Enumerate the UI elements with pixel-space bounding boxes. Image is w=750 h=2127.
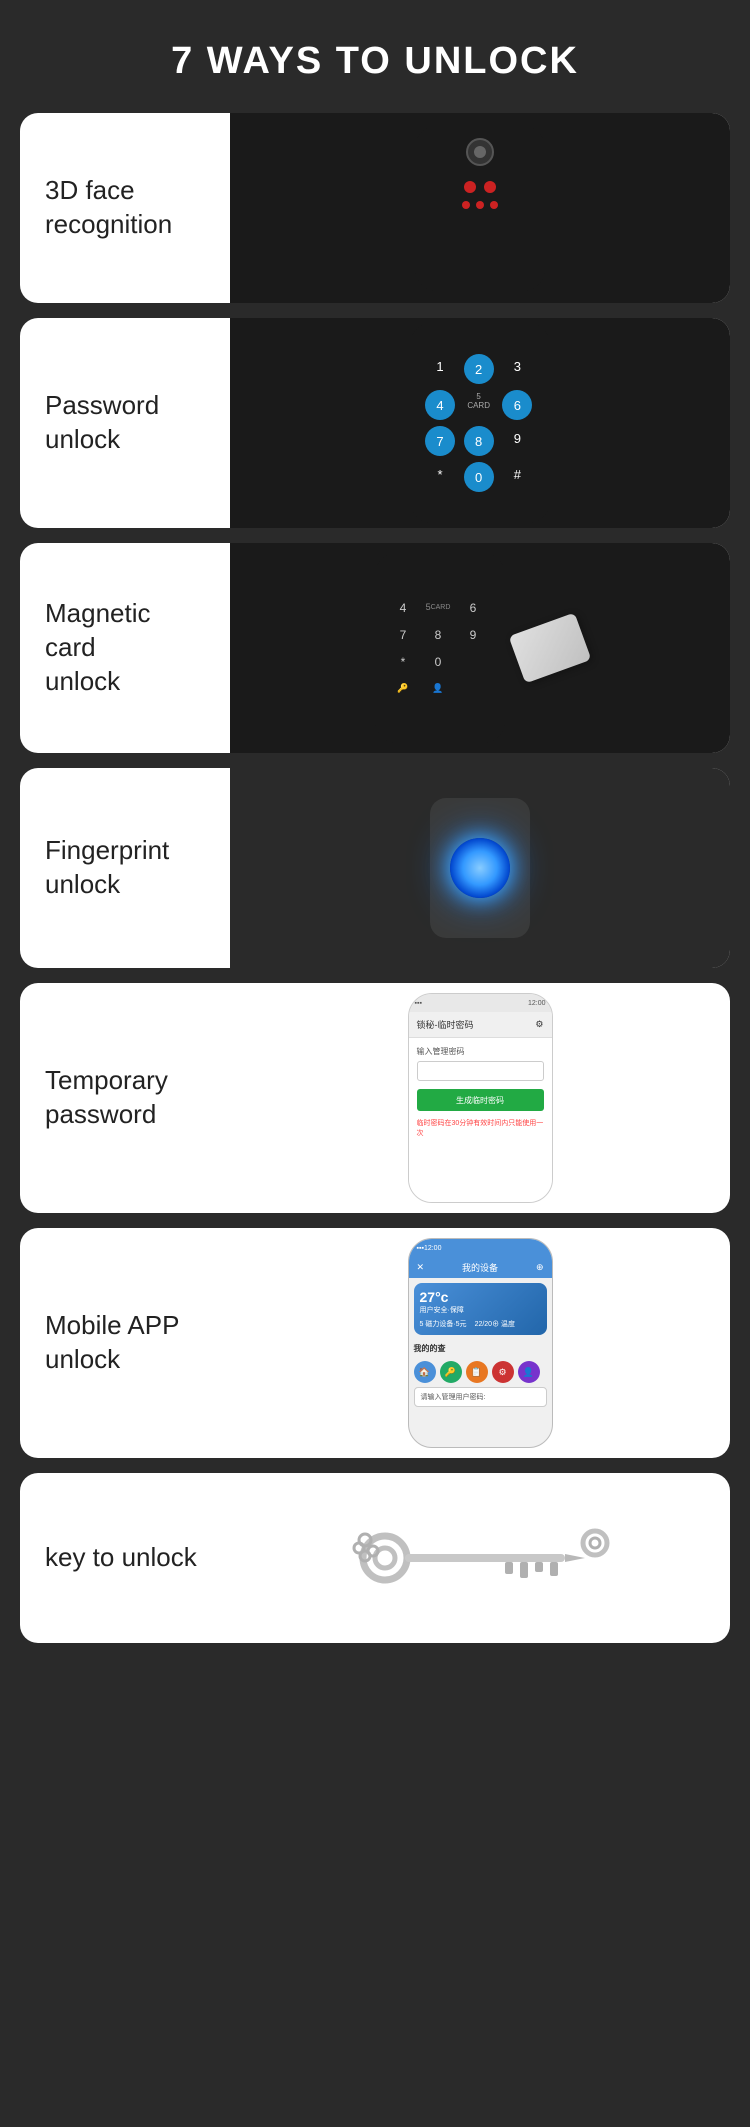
app-icon-4[interactable]: ⚙ <box>492 1361 514 1383</box>
app-icon-5[interactable]: 👤 <box>518 1361 540 1383</box>
app-carrier: ▪▪▪ <box>417 1245 424 1252</box>
temp-signal: ▪▪▪ <box>415 1000 422 1007</box>
mag-key-7: 7 <box>390 624 416 646</box>
card-visual-key <box>230 1473 730 1643</box>
app-back-icon: ✕ <box>417 1262 425 1273</box>
card-magnetic: Magnetic cardunlock 4 5CARD 6 7 8 9 * 0 … <box>20 543 730 753</box>
app-password-placeholder: 请输入管理用户密码: <box>421 1394 486 1401</box>
app-stat-1: 5 磁力设备·5元 <box>420 1319 467 1329</box>
key-1: 1 <box>425 354 455 378</box>
card-visual-face <box>230 113 730 303</box>
temp-app-body: 输入管理密码 生成临时密码 临时密码在30分钟有效时间内只能使用一次 <box>409 1038 552 1202</box>
card-label-mobile: Mobile APPunlock <box>20 1289 230 1397</box>
key-illustration <box>345 1518 615 1598</box>
mag-key-9: 9 <box>460 624 486 646</box>
app-device-card: 27°c 用户安全·保障 5 磁力设备·5元 22/20⊕ 温度 <box>414 1283 547 1335</box>
key-3: 3 <box>502 354 532 378</box>
card-mobile-app: Mobile APPunlock ▪▪▪ 12:00 ✕ 我的设备 ⊕ 27°c… <box>20 1228 730 1458</box>
card-fingerprint: Fingerprintunlock <box>20 768 730 968</box>
card-temporary-password: Temporarypassword ▪▪▪ 12:00 锁秘-临时密码 ⚙ 输入… <box>20 983 730 1213</box>
temp-status-bar: ▪▪▪ 12:00 <box>409 994 552 1012</box>
card-label-face: 3D facerecognition <box>20 154 230 262</box>
app-icon-1[interactable]: 🏠 <box>414 1361 436 1383</box>
temp-app-title: 锁秘-临时密码 <box>417 1018 474 1031</box>
temp-generate-button[interactable]: 生成临时密码 <box>417 1089 544 1111</box>
card-label-fingerprint: Fingerprintunlock <box>20 814 230 922</box>
magnetic-card <box>509 613 592 684</box>
card-label-password: Passwordunlock <box>20 369 230 477</box>
card-visual-temporary: ▪▪▪ 12:00 锁秘-临时密码 ⚙ 输入管理密码 生成临时密码 临时密码在3… <box>230 983 730 1213</box>
temp-time: 12:00 <box>528 1000 546 1007</box>
app-add-icon: ⊕ <box>536 1262 544 1273</box>
app-my-devices: 我的的查 <box>409 1340 552 1357</box>
key-hash: # <box>502 462 532 486</box>
mag-key-star: * <box>390 651 416 673</box>
app-icon-3[interactable]: 📋 <box>466 1361 488 1383</box>
key-2: 2 <box>464 354 494 384</box>
app-status-bar: ▪▪▪ 12:00 <box>409 1239 552 1257</box>
temp-input-field <box>417 1061 544 1081</box>
mag-key-6: 6 <box>460 597 486 619</box>
mag-key-5: 5CARD <box>425 597 451 619</box>
face-dot2-3 <box>490 201 498 209</box>
key-0: 0 <box>464 462 494 492</box>
app-sub-label: 用户安全·保障 <box>420 1305 541 1315</box>
temp-app-header: 锁秘-临时密码 ⚙ <box>409 1012 552 1038</box>
card-visual-password: 1 2 3 4 5CARD 6 7 8 9 * 0 # <box>230 318 730 528</box>
key-6: 6 <box>502 390 532 420</box>
face-dot2-2 <box>476 201 484 209</box>
app-temperature: 27°c <box>420 1289 541 1305</box>
face-dot-1 <box>464 181 476 193</box>
card-label-key: key to unlock <box>20 1521 230 1595</box>
temporary-phone: ▪▪▪ 12:00 锁秘-临时密码 ⚙ 输入管理密码 生成临时密码 临时密码在3… <box>408 993 553 1203</box>
app-stat-2: 22/20⊕ 温度 <box>475 1319 515 1329</box>
app-stats-row: 5 磁力设备·5元 22/20⊕ 温度 <box>420 1319 541 1329</box>
mag-key-blank2 <box>460 678 486 700</box>
face-dot-2 <box>484 181 496 193</box>
app-password-box: 请输入管理用户密码: <box>414 1387 547 1407</box>
password-phone: 1 2 3 4 5CARD 6 7 8 9 * 0 # <box>410 323 550 523</box>
key-7: 7 <box>425 426 455 456</box>
key-4: 4 <box>425 390 455 420</box>
app-icons-row: 🏠 🔑 📋 ⚙ 👤 <box>414 1361 547 1383</box>
card-visual-magnetic: 4 5CARD 6 7 8 9 * 0 🔑 👤 <box>230 543 730 753</box>
key-5-card: 5CARD <box>464 390 494 414</box>
page-title: 7 WAYS TO UNLOCK <box>171 40 579 83</box>
mag-key-icon1: 🔑 <box>390 678 416 700</box>
fingerprint-glow <box>450 838 510 898</box>
app-icon-2[interactable]: 🔑 <box>440 1361 462 1383</box>
app-header-bar: ✕ 我的设备 ⊕ <box>409 1257 552 1278</box>
key-9: 9 <box>502 426 532 450</box>
face-dot2-1 <box>462 201 470 209</box>
card-visual-mobile: ▪▪▪ 12:00 ✕ 我的设备 ⊕ 27°c 用户安全·保障 5 磁力设备·5… <box>230 1228 730 1458</box>
card-label-temporary: Temporarypassword <box>20 1044 230 1152</box>
mag-key-8: 8 <box>425 624 451 646</box>
face-dots-row2 <box>462 201 498 209</box>
card-key-unlock: key to unlock <box>20 1473 730 1643</box>
card-label-magnetic: Magnetic cardunlock <box>20 577 230 718</box>
fingerprint-device <box>430 798 530 938</box>
mag-key-4: 4 <box>390 597 416 619</box>
magnetic-phone: 4 5CARD 6 7 8 9 * 0 🔑 👤 <box>375 553 505 743</box>
temp-input-label: 输入管理密码 <box>417 1046 544 1057</box>
temp-app-settings-icon: ⚙ <box>535 1019 543 1030</box>
face-phone <box>415 126 545 291</box>
mag-key-0: 0 <box>425 651 451 673</box>
magnetic-visual: 4 5CARD 6 7 8 9 * 0 🔑 👤 <box>375 553 585 743</box>
mobile-app-phone: ▪▪▪ 12:00 ✕ 我的设备 ⊕ 27°c 用户安全·保障 5 磁力设备·5… <box>408 1238 553 1448</box>
mag-key-blank <box>460 651 486 673</box>
card-password-unlock: Passwordunlock 1 2 3 4 5CARD 6 7 8 9 * 0… <box>20 318 730 528</box>
temp-note-text: 临时密码在30分钟有效时间内只能使用一次 <box>417 1119 544 1139</box>
face-dots <box>464 181 496 193</box>
card-face-recognition: 3D facerecognition <box>20 113 730 303</box>
key-8: 8 <box>464 426 494 456</box>
app-header-title: 我的设备 <box>462 1261 498 1274</box>
face-camera-icon <box>466 138 494 166</box>
mag-keypad: 4 5CARD 6 7 8 9 * 0 🔑 👤 <box>390 597 490 700</box>
key-star: * <box>425 462 455 486</box>
card-visual-fingerprint <box>230 768 730 968</box>
app-time: 12:00 <box>424 1245 442 1252</box>
keypad: 1 2 3 4 5CARD 6 7 8 9 * 0 # <box>425 354 535 492</box>
mag-key-icon2: 👤 <box>425 678 451 700</box>
